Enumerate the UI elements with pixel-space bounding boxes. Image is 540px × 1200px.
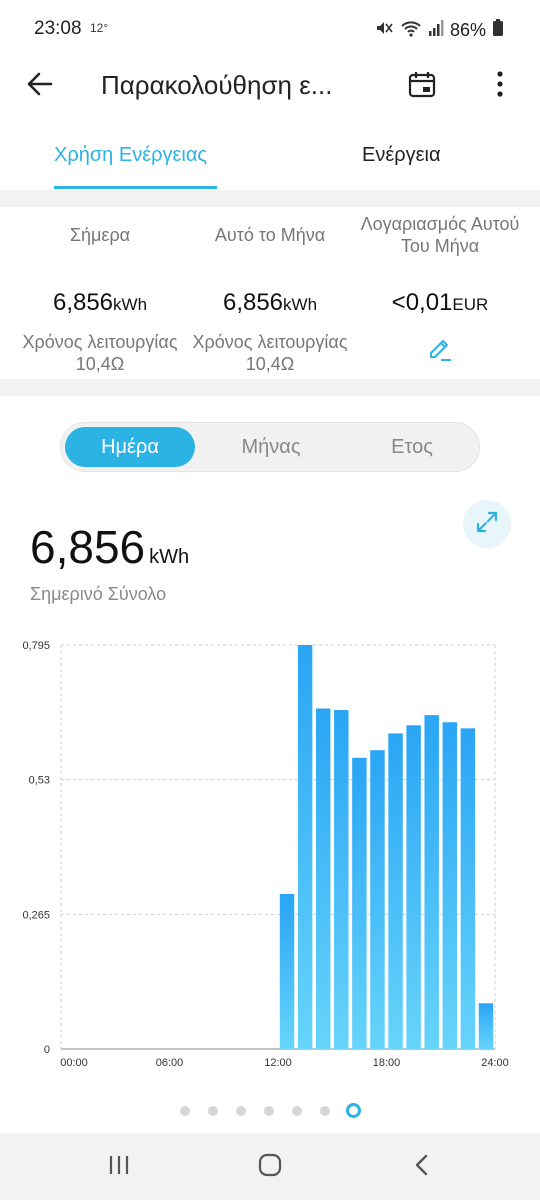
x-tick-label: 18:00 (373, 1057, 401, 1069)
edit-pencil-icon (426, 334, 454, 367)
pagination-dot[interactable] (236, 1106, 246, 1116)
x-tick-label: 00:00 (60, 1057, 88, 1069)
divider (0, 190, 540, 207)
recent-apps-icon (107, 1153, 131, 1182)
divider (0, 379, 540, 396)
summary-month-value: 6,856kWh (180, 289, 360, 317)
tab-bar: Χρήση Ενέργειας Ενέργεια (0, 128, 540, 190)
status-icons: 86% (374, 18, 504, 43)
total-label: Σημερινό Σύνολο (30, 584, 167, 604)
calendar-icon (407, 69, 437, 104)
y-tick-label: 0,265 (22, 909, 50, 921)
chart-bar[interactable] (279, 894, 295, 1049)
summary-today-number: 6,856 (52, 289, 114, 316)
y-tick-label: 0 (44, 1044, 50, 1056)
y-tick-label: 0,795 (22, 640, 50, 652)
summary-today-unit: kWh (113, 295, 148, 314)
chart-bar[interactable] (460, 728, 476, 1049)
chart-bar[interactable] (406, 725, 421, 1049)
summary-today-label: Σήμερα (69, 225, 131, 245)
summary-bill-label: Λογαριασμός Αυτού Του Μήνα (360, 214, 520, 256)
period-year-option[interactable]: Ετος (347, 427, 477, 467)
pagination-dot[interactable] (264, 1106, 274, 1116)
pagination-dot[interactable] (208, 1106, 218, 1116)
system-nav-bar (0, 1133, 540, 1200)
back-arrow-icon (25, 69, 55, 104)
chart-bar[interactable] (297, 645, 313, 1049)
summary-bill-number: <0,01 (391, 289, 453, 316)
summary-today-value: 6,856kWh (10, 289, 190, 317)
chart-bar[interactable] (478, 1003, 494, 1049)
mute-icon (374, 18, 394, 43)
calendar-button[interactable] (400, 64, 444, 108)
summary-month-runtime: Χρόνος λειτουργίας 10,4Ω (192, 332, 348, 374)
back-nav-icon (410, 1153, 434, 1182)
period-month-option[interactable]: Μήνας (206, 427, 336, 467)
summary-month-unit: kWh (283, 295, 318, 314)
pagination-dot-active[interactable] (346, 1103, 361, 1118)
period-day-option[interactable]: Ημέρα (65, 427, 195, 467)
edit-bill-button[interactable] (425, 335, 455, 365)
chart-bar[interactable] (424, 715, 439, 1049)
pagination-dot[interactable] (292, 1106, 302, 1116)
battery-percent: 86% (449, 20, 486, 40)
signal-icon (428, 18, 444, 43)
expand-icon (474, 509, 500, 540)
chart-bar[interactable] (352, 757, 367, 1049)
energy-bar-chart: 0 0,265 0,53 0,795 00:00 06:00 12:00 18:00 24:00 (22, 640, 509, 1069)
x-tick-label: 24:00 (481, 1057, 509, 1069)
summary-today-runtime: Χρόνος λειτουργίας 10,4Ω (22, 332, 178, 374)
x-tick-label: 06:00 (156, 1057, 184, 1069)
tab-energy-use[interactable]: Χρήση Ενέργειας (54, 144, 207, 167)
summary-bill-unit: EUR (452, 295, 489, 314)
summary-month: Αυτό το Μήνα 6,856kWh Χρόνος λειτουργίας… (180, 207, 360, 375)
chart-bar[interactable] (388, 733, 403, 1049)
back-button[interactable] (20, 66, 60, 106)
pagination-dot[interactable] (320, 1106, 330, 1116)
chart-bar[interactable] (334, 710, 349, 1049)
active-tab-indicator (54, 186, 217, 189)
back-nav-button[interactable] (400, 1147, 444, 1187)
x-tick-label: 12:00 (264, 1057, 292, 1069)
summary-bill: Λογαριασμός Αυτού Του Μήνα <0,01EUR (350, 207, 530, 365)
chart-bar[interactable] (442, 722, 458, 1049)
app-bar: Παρακολούθηση ε... (0, 60, 540, 110)
tab-energy[interactable]: Ενέργεια (362, 144, 441, 167)
chart-bar[interactable] (315, 708, 331, 1049)
wifi-icon (400, 18, 422, 43)
home-icon (257, 1152, 283, 1183)
pagination-dot[interactable] (180, 1106, 190, 1116)
recent-apps-button[interactable] (97, 1147, 141, 1187)
battery-icon (492, 18, 504, 43)
chart-bar[interactable] (370, 750, 385, 1049)
status-bar: 23:08 12° 86% (0, 0, 540, 60)
more-vert-icon (496, 69, 504, 104)
home-button[interactable] (248, 1147, 292, 1187)
total-unit: kWh (149, 546, 190, 568)
status-temperature: 12° (90, 21, 109, 35)
pagination-dots (0, 1103, 540, 1119)
energy-summary: Σήμερα 6,856kWh Χρόνος λειτουργίας 10,4Ω… (0, 207, 540, 379)
y-tick-label: 0,53 (29, 775, 50, 787)
period-selector: Ημέρα Μήνας Ετος (60, 422, 480, 472)
summary-bill-value: <0,01EUR (350, 289, 530, 317)
total-consumption: 6,856 kWh (30, 520, 189, 574)
more-options-button[interactable] (480, 64, 520, 108)
expand-chart-button[interactable] (463, 500, 511, 548)
status-time: 23:08 (34, 18, 82, 39)
total-value: 6,856 (30, 521, 146, 573)
page-title: Παρακολούθηση ε... (101, 70, 333, 100)
summary-month-label: Αυτό το Μήνα (214, 225, 326, 245)
summary-month-number: 6,856 (222, 289, 284, 316)
summary-today: Σήμερα 6,856kWh Χρόνος λειτουργίας 10,4Ω (10, 207, 190, 375)
